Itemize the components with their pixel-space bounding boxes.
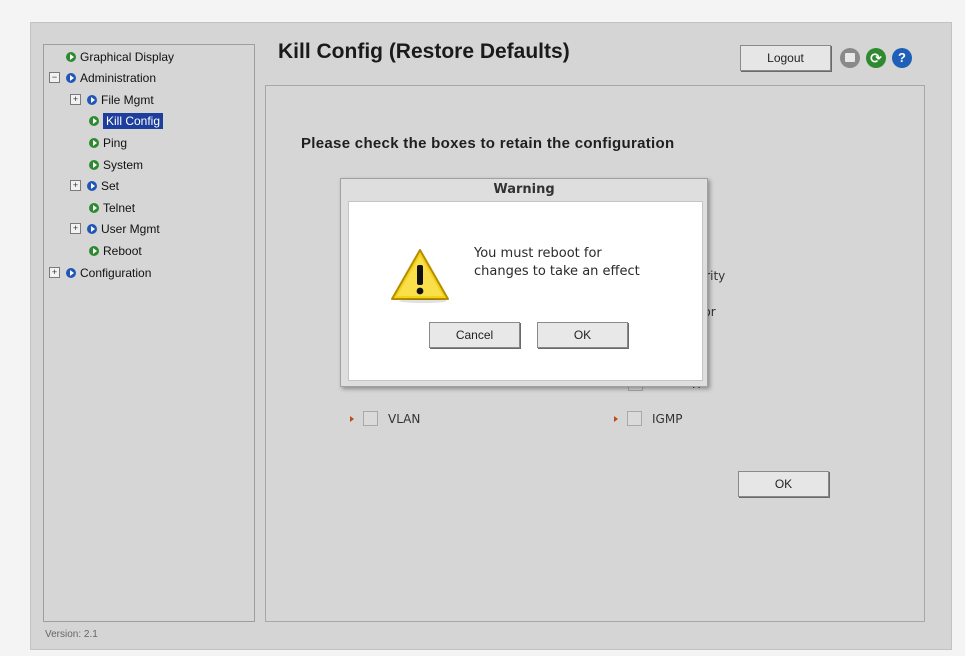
sidebar-item-label: Reboot bbox=[103, 244, 142, 258]
dialog-title: Warning bbox=[493, 182, 555, 197]
green-arrow-icon bbox=[89, 137, 99, 148]
blue-arrow-icon bbox=[66, 72, 76, 83]
sidebar-item-label: Ping bbox=[103, 136, 128, 150]
sidebar-item-set[interactable]: + Set bbox=[70, 177, 119, 195]
sidebar-item-reboot[interactable]: Reboot bbox=[89, 242, 142, 260]
arrow-icon bbox=[350, 415, 354, 422]
sidebar-item-user-mgmt[interactable]: + User Mgmt bbox=[70, 220, 160, 238]
blue-arrow-icon bbox=[87, 94, 97, 105]
dialog-body: You must reboot for changes to take an e… bbox=[348, 201, 703, 381]
blue-arrow-icon bbox=[87, 223, 97, 234]
cancel-button[interactable]: Cancel bbox=[429, 322, 520, 348]
sidebar-item-ping[interactable]: Ping bbox=[89, 134, 127, 152]
warning-icon bbox=[391, 249, 449, 303]
arrow-icon bbox=[614, 415, 618, 422]
instruction-text: Please check the boxes to retain the con… bbox=[301, 135, 675, 152]
option-label: VLAN bbox=[388, 412, 421, 426]
warning-dialog: Warning You must reboot for changes to t… bbox=[340, 178, 708, 387]
option-igmp: IGMP bbox=[614, 411, 682, 427]
dialog-message-line: You must reboot for bbox=[474, 246, 602, 261]
expand-icon[interactable]: + bbox=[70, 223, 81, 235]
sidebar-item-administration[interactable]: − Administration bbox=[49, 69, 156, 87]
sidebar-item-label: Kill Config bbox=[103, 113, 164, 129]
igmp-checkbox[interactable] bbox=[627, 411, 642, 426]
expand-icon[interactable]: + bbox=[70, 180, 81, 192]
dialog-message: You must reboot for changes to take an e… bbox=[474, 245, 694, 281]
version-label: Version: 2.1 bbox=[45, 629, 98, 640]
green-arrow-icon bbox=[89, 115, 99, 126]
sidebar-item-label: Administration bbox=[80, 71, 157, 85]
sidebar-item-label: File Mgmt bbox=[101, 93, 154, 107]
sidebar-item-label: System bbox=[103, 158, 144, 172]
option-vlan: VLAN bbox=[350, 411, 420, 427]
sidebar-item-label: User Mgmt bbox=[101, 222, 160, 236]
blue-arrow-icon bbox=[87, 180, 97, 191]
green-arrow-icon bbox=[89, 202, 99, 213]
ok-button[interactable]: OK bbox=[738, 471, 829, 497]
sidebar-item-kill-config[interactable]: Kill Config bbox=[89, 112, 164, 130]
sidebar-item-telnet[interactable]: Telnet bbox=[89, 199, 135, 217]
logout-button[interactable]: Logout bbox=[740, 45, 831, 71]
sidebar-item-system[interactable]: System bbox=[89, 156, 143, 174]
dialog-message-line: changes to take an effect bbox=[474, 264, 640, 279]
dialog-ok-button[interactable]: OK bbox=[537, 322, 628, 348]
save-icon[interactable] bbox=[840, 48, 860, 68]
sidebar-tree bbox=[43, 44, 255, 622]
sidebar-item-graphical-display[interactable]: Graphical Display bbox=[66, 48, 174, 66]
refresh-icon[interactable]: ⟳ bbox=[866, 48, 886, 68]
sidebar-item-label: Telnet bbox=[103, 201, 136, 215]
sidebar-item-configuration[interactable]: + Configuration bbox=[49, 264, 151, 282]
sidebar-item-label: Set bbox=[101, 179, 120, 193]
expand-icon[interactable]: + bbox=[49, 267, 60, 279]
page-title: Kill Config (Restore Defaults) bbox=[278, 40, 570, 63]
vlan-checkbox[interactable] bbox=[363, 411, 378, 426]
collapse-icon[interactable]: − bbox=[49, 72, 60, 84]
blue-arrow-icon bbox=[66, 267, 76, 278]
sidebar-item-file-mgmt[interactable]: + File Mgmt bbox=[70, 91, 154, 109]
green-arrow-icon bbox=[89, 245, 99, 256]
expand-icon[interactable]: + bbox=[70, 94, 81, 106]
green-arrow-icon bbox=[89, 159, 99, 170]
option-label: IGMP bbox=[652, 412, 683, 426]
sidebar-item-label: Configuration bbox=[80, 266, 152, 280]
help-icon[interactable]: ? bbox=[892, 48, 912, 68]
sidebar-item-label: Graphical Display bbox=[80, 50, 175, 64]
green-arrow-icon bbox=[66, 51, 76, 62]
